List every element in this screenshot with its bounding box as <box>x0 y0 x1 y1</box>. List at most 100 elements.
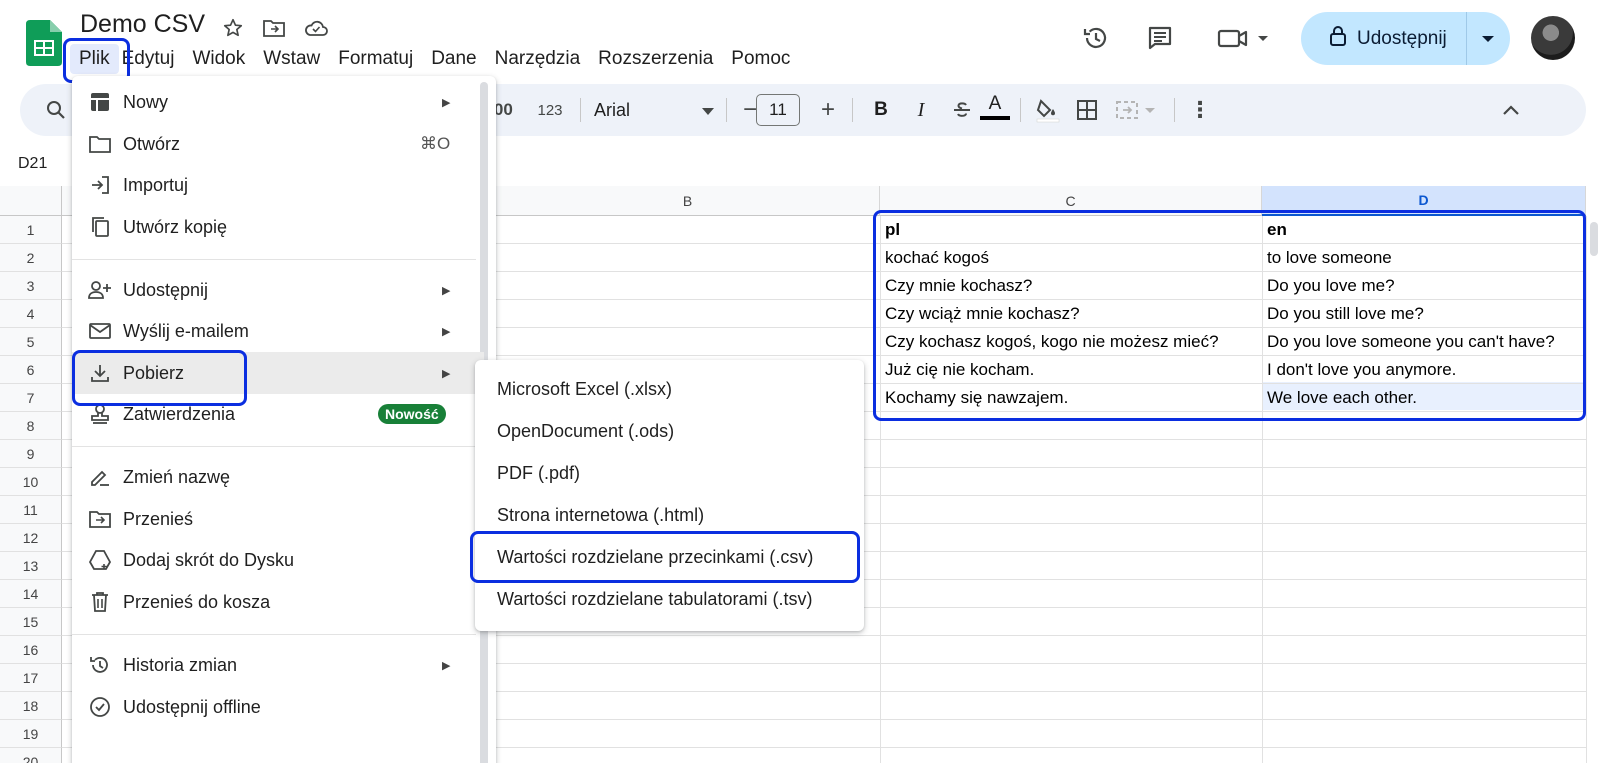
cell-c4[interactable]: Czy wciąż mnie kochasz? <box>880 300 1080 328</box>
row-header[interactable]: 14 <box>0 580 62 608</box>
file-menu-item-zatwierdzenia[interactable]: Zatwierdzenia Nowość <box>72 393 484 435</box>
more-options-button[interactable]: ⋮ <box>1186 84 1214 136</box>
menu-plik[interactable]: Plik <box>70 44 119 74</box>
row-header[interactable]: 20 <box>0 748 62 763</box>
row-header[interactable]: 7 <box>0 384 62 412</box>
vertical-scrollbar-thumb[interactable] <box>1590 222 1598 256</box>
row-header[interactable]: 2 <box>0 244 62 272</box>
menubar: Plik Edytuj Widok Wstaw Formatuj Dane Na… <box>70 44 799 74</box>
menu-edytuj[interactable]: Edytuj <box>119 44 184 74</box>
row-header[interactable]: 10 <box>0 468 62 496</box>
file-menu-item-udostępnij[interactable]: Udostępnij ▶ <box>72 269 484 311</box>
row-header[interactable]: 9 <box>0 440 62 468</box>
file-menu-item-zmień-nazwę[interactable]: Zmień nazwę <box>72 456 484 498</box>
font-family-select[interactable]: Arial <box>594 84 714 136</box>
file-menu-item-otwórz[interactable]: Otwórz ⌘O <box>72 123 484 165</box>
share-button[interactable]: Udostępnij <box>1301 12 1510 65</box>
cell-c7[interactable]: Kochamy się nawzajem. <box>880 384 1068 412</box>
row-header[interactable]: 13 <box>0 552 62 580</box>
fill-color-icon[interactable] <box>1030 84 1064 136</box>
menu-widok[interactable]: Widok <box>183 44 254 74</box>
menu-dane[interactable]: Dane <box>422 44 485 74</box>
file-menu-item-historia-zmian[interactable]: Historia zmian ▶ <box>72 644 484 686</box>
row-header[interactable]: 19 <box>0 720 62 748</box>
menu-rozszerzenia[interactable]: Rozszerzenia <box>589 44 722 74</box>
column-header-c[interactable]: C <box>880 186 1262 216</box>
cell-c1[interactable]: pl <box>880 216 900 244</box>
text-color-button[interactable]: A <box>978 84 1012 136</box>
file-menu-item-przenieś-do-kosza[interactable]: Przenieś do kosza <box>72 581 484 623</box>
cell-d7[interactable]: We love each other. <box>1262 384 1417 412</box>
meet-video-icon[interactable] <box>1216 22 1272 54</box>
cloud-saved-icon[interactable] <box>303 15 329 41</box>
row-header[interactable]: 1 <box>0 216 62 244</box>
row-header[interactable]: 5 <box>0 328 62 356</box>
column-header-d[interactable]: D <box>1262 186 1586 216</box>
menu-narzedzia[interactable]: Narzędzia <box>486 44 590 74</box>
cell-c2[interactable]: kochać kogoś <box>880 244 989 272</box>
cell-d4[interactable]: Do you still love me? <box>1262 300 1424 328</box>
borders-icon[interactable] <box>1070 84 1104 136</box>
cell-d3[interactable]: Do you love me? <box>1262 272 1395 300</box>
file-menu-item-wyślij-e-mailem[interactable]: Wyślij e-mailem ▶ <box>72 310 484 352</box>
cell-d6[interactable]: I don't love you anymore. <box>1262 356 1456 384</box>
row-header[interactable]: 8 <box>0 412 62 440</box>
vertical-scrollbar[interactable] <box>1586 216 1600 763</box>
submenu-arrow-icon: ▶ <box>442 659 451 672</box>
collapse-toolbar-icon[interactable] <box>1494 84 1528 136</box>
version-history-icon[interactable] <box>1080 22 1112 54</box>
number-format-button[interactable]: 123 <box>530 84 570 136</box>
column-header-b[interactable]: B <box>496 186 880 216</box>
file-menu-item-dodaj-skrót-do-dysku[interactable]: Dodaj skrót do Dysku <box>72 539 484 581</box>
share-main[interactable]: Udostępnij <box>1301 12 1467 65</box>
merge-cells-icon[interactable] <box>1114 84 1164 136</box>
row-header[interactable]: 3 <box>0 272 62 300</box>
row-header[interactable]: 16 <box>0 636 62 664</box>
search-menus-icon[interactable] <box>40 84 72 136</box>
download-option[interactable]: OpenDocument (.ods) <box>475 410 864 452</box>
bold-button[interactable]: B <box>866 84 896 136</box>
comments-icon[interactable] <box>1144 22 1176 54</box>
cell-d2[interactable]: to love someone <box>1262 244 1392 272</box>
name-box[interactable]: D21 <box>18 155 47 173</box>
row-header[interactable]: 15 <box>0 608 62 636</box>
cell-d1[interactable]: en <box>1262 216 1287 244</box>
row-header[interactable]: 11 <box>0 496 62 524</box>
download-option[interactable]: Strona internetowa (.html) <box>475 494 864 536</box>
offline-check-icon <box>88 695 112 719</box>
row-header[interactable]: 18 <box>0 692 62 720</box>
file-menu-item-pobierz[interactable]: Pobierz ▶ <box>72 352 484 394</box>
file-menu-item-udostępnij-offline[interactable]: Udostępnij offline <box>72 686 484 728</box>
row-header[interactable]: 12 <box>0 524 62 552</box>
font-size-input[interactable]: 11 <box>756 94 800 126</box>
cell-c3[interactable]: Czy mnie kochasz? <box>880 272 1032 300</box>
move-folder-icon[interactable] <box>261 15 287 41</box>
file-menu-item-importuj[interactable]: Importuj <box>72 164 484 206</box>
row-header[interactable]: 6 <box>0 356 62 384</box>
download-option[interactable]: Wartości rozdzielane przecinkami (.csv) <box>475 536 864 578</box>
avatar[interactable] <box>1531 16 1575 60</box>
row-header[interactable]: 4 <box>0 300 62 328</box>
file-menu-item-przenieś[interactable]: Przenieś <box>72 498 484 540</box>
file-menu-item-utwórz-kopię[interactable]: Utwórz kopię <box>72 206 484 248</box>
menu-wstaw[interactable]: Wstaw <box>254 44 329 74</box>
download-option[interactable]: PDF (.pdf) <box>475 452 864 494</box>
mail-icon <box>88 319 112 343</box>
download-option[interactable]: Wartości rozdzielane tabulatorami (.tsv) <box>475 578 864 620</box>
cell-c6[interactable]: Już cię nie kocham. <box>880 356 1034 384</box>
sheets-logo-icon[interactable] <box>26 20 62 66</box>
italic-button[interactable]: I <box>906 84 936 136</box>
star-icon[interactable] <box>220 15 246 41</box>
menu-pomoc[interactable]: Pomoc <box>722 44 799 74</box>
cell-d5[interactable]: Do you love someone you can't have? <box>1262 328 1555 356</box>
row-header[interactable]: 17 <box>0 664 62 692</box>
share-dropdown-icon[interactable] <box>1467 12 1509 65</box>
download-option[interactable]: Microsoft Excel (.xlsx) <box>475 368 864 410</box>
increase-font-size-button[interactable]: + <box>814 84 842 136</box>
cell-c5[interactable]: Czy kochasz kogoś, kogo nie możesz mieć? <box>880 328 1219 356</box>
select-all-corner[interactable] <box>0 186 62 216</box>
strikethrough-icon[interactable] <box>946 84 978 136</box>
menu-formatuj[interactable]: Formatuj <box>329 44 422 74</box>
file-menu-item-nowy[interactable]: Nowy ▶ <box>72 81 484 123</box>
document-title[interactable]: Demo CSV <box>80 10 205 39</box>
